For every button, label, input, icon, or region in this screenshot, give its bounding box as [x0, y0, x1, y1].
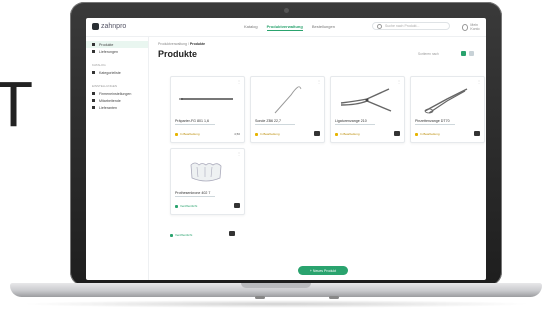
search-input[interactable]: Suche nach Produkt...	[372, 22, 450, 30]
truck-icon	[92, 50, 95, 53]
sidebar-item-label: Lieferungen	[99, 49, 118, 54]
breadcrumb-root[interactable]: Produktverwaltung	[158, 42, 187, 46]
product-price: 4,50	[234, 132, 240, 136]
product-name: Prothesenkrone 402 7	[175, 191, 211, 195]
nav-item-bestellungen[interactable]: Bestellungen	[312, 24, 335, 31]
user-icon	[462, 23, 469, 31]
laptop-shadow	[20, 300, 532, 308]
product-image	[190, 162, 222, 182]
cart-icon[interactable]	[474, 131, 480, 136]
laptop-foot	[255, 296, 265, 299]
laptop-screen: zahnpro Katalog Produktverwaltung Bestel…	[86, 18, 486, 280]
product-subline	[335, 124, 375, 125]
laptop-notch	[241, 283, 311, 288]
sidebar-section-heading: EINSTELLUNGEN	[92, 84, 118, 88]
cart-icon[interactable]	[314, 131, 320, 136]
status-badge: Veröffentlicht	[170, 233, 192, 237]
users-icon	[92, 99, 95, 102]
product-image	[274, 86, 302, 114]
product-image	[179, 98, 233, 100]
cart-icon[interactable]	[394, 131, 400, 136]
sidebar-section-heading: KATALOG	[92, 63, 106, 67]
laptop-foot	[329, 296, 339, 299]
sidebar-item-label: Produkte	[99, 42, 114, 47]
user-label: Mein Konto	[470, 23, 480, 31]
top-nav: Katalog Produktverwaltung Bestellungen	[244, 24, 335, 31]
product-card[interactable]: ⋮ Prothesenkrone 402 7 Veröffentlicht	[170, 148, 245, 215]
grid-view-icon[interactable]	[461, 51, 466, 56]
product-subline	[415, 124, 455, 125]
sidebar-item-label: Mitarbeitende	[99, 98, 121, 103]
more-icon[interactable]: ⋮	[237, 151, 241, 156]
cart-icon[interactable]	[229, 231, 235, 236]
laptop-base	[10, 283, 542, 297]
cart-icon[interactable]	[234, 203, 240, 208]
camera-icon	[284, 8, 289, 13]
breadcrumb-current: Produkte	[189, 42, 206, 46]
list-view-icon[interactable]	[469, 51, 474, 56]
product-subline	[175, 196, 215, 197]
sidebar-item-produkte[interactable]: Produkte	[86, 41, 148, 48]
product-card[interactable]: ⋮ Ligaturenzange 210 In Bearbeitung	[330, 76, 405, 143]
sidebar-item-lieferanten[interactable]: Lieferanten	[86, 104, 148, 111]
factory-icon	[92, 106, 95, 109]
box-icon	[92, 43, 95, 46]
product-name: Pinzettenzange DT70	[415, 119, 450, 123]
sidebar-item-kategorieliste[interactable]: Kategorieliste	[86, 69, 148, 76]
product-card[interactable]: ⋮ Pinzettenzange DT70 In Bearbeitung	[410, 76, 485, 143]
sidebar-item-firmeneinstellungen[interactable]: Firmeneinstellungen	[86, 90, 148, 97]
user-menu[interactable]: Mein Konto	[462, 23, 486, 31]
logo-mark-icon	[92, 23, 99, 30]
sidebar-item-lieferungen[interactable]: Lieferungen	[86, 48, 148, 55]
laptop-lid: zahnpro Katalog Produktverwaltung Bestel…	[70, 2, 502, 286]
product-image	[424, 88, 468, 114]
product-name: Sonde ZB6 22,7	[255, 119, 281, 123]
sidebar-item-mitarbeitende[interactable]: Mitarbeitende	[86, 97, 148, 104]
more-icon[interactable]: ⋮	[237, 79, 241, 84]
list-icon	[92, 71, 95, 74]
page-title: Produkte	[158, 49, 198, 59]
status-badge: In Bearbeitung	[335, 132, 360, 136]
status-badge: In Bearbeitung	[415, 132, 440, 136]
product-card[interactable]: ⋮ Präparier-FG 801 1,6 In Bearbeitung 4,…	[170, 76, 245, 143]
product-subline	[175, 124, 215, 125]
more-icon[interactable]: ⋮	[317, 79, 321, 84]
status-badge: In Bearbeitung	[255, 132, 280, 136]
create-product-button[interactable]: + Neues Produkt	[298, 266, 348, 275]
logo-text: zahnpro	[101, 23, 127, 30]
breadcrumb: Produktverwaltung / Produkte	[158, 42, 206, 46]
search-placeholder: Suche nach Produkt...	[385, 24, 420, 28]
product-card[interactable]: ⋮ Sonde ZB6 22,7 In Bearbeitung	[250, 76, 325, 143]
app-header: zahnpro Katalog Produktverwaltung Bestel…	[86, 18, 486, 37]
nav-item-katalog[interactable]: Katalog	[244, 24, 258, 31]
product-subline	[255, 124, 295, 125]
backdrop-text: T	[0, 68, 34, 140]
more-icon[interactable]: ⋮	[477, 79, 481, 84]
sidebar: Produkte Lieferungen KATALOG Kategorieli…	[86, 37, 149, 280]
product-image	[340, 88, 392, 112]
search-icon	[377, 23, 382, 29]
sort-dropdown[interactable]: Sortieren nach	[418, 52, 439, 56]
product-name: Ligaturenzange 210	[335, 119, 367, 123]
sidebar-item-label: Kategorieliste	[99, 70, 121, 75]
sidebar-item-label: Firmeneinstellungen	[99, 91, 132, 96]
building-icon	[92, 92, 95, 95]
more-icon[interactable]: ⋮	[397, 79, 401, 84]
nav-item-produktverwaltung[interactable]: Produktverwaltung	[266, 24, 303, 31]
status-badge: In Bearbeitung	[175, 132, 200, 136]
status-badge: Veröffentlicht	[175, 204, 197, 208]
app-logo[interactable]: zahnpro	[92, 23, 126, 30]
sidebar-item-label: Lieferanten	[99, 105, 117, 110]
product-name: Präparier-FG 801 1,6	[175, 119, 209, 123]
